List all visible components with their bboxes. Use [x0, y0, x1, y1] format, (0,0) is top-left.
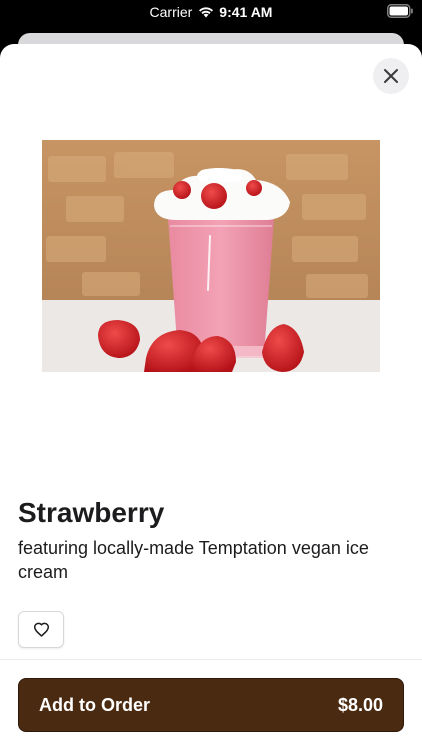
- product-image: [42, 140, 380, 372]
- strawberry-smoothie-image: [42, 140, 380, 372]
- product-name: Strawberry: [18, 497, 165, 528]
- clock: 9:41 AM: [219, 4, 273, 20]
- divider: [0, 659, 422, 660]
- favorite-button[interactable]: [18, 611, 64, 648]
- close-icon: [384, 69, 398, 83]
- product-description: featuring locally-made Temptation vegan …: [18, 538, 369, 582]
- heart-icon: [33, 622, 49, 637]
- add-to-order-label: Add to Order: [39, 694, 150, 715]
- price-label: $8.00: [337, 694, 383, 715]
- add-to-order-button[interactable]: Add to Order $8.00: [18, 678, 404, 732]
- close-button[interactable]: [373, 58, 409, 94]
- wifi-icon: [199, 7, 214, 18]
- carrier-label: Carrier: [149, 4, 193, 20]
- battery-icon: [387, 4, 413, 18]
- status-bar: Carrier 9:41 AM: [0, 0, 422, 24]
